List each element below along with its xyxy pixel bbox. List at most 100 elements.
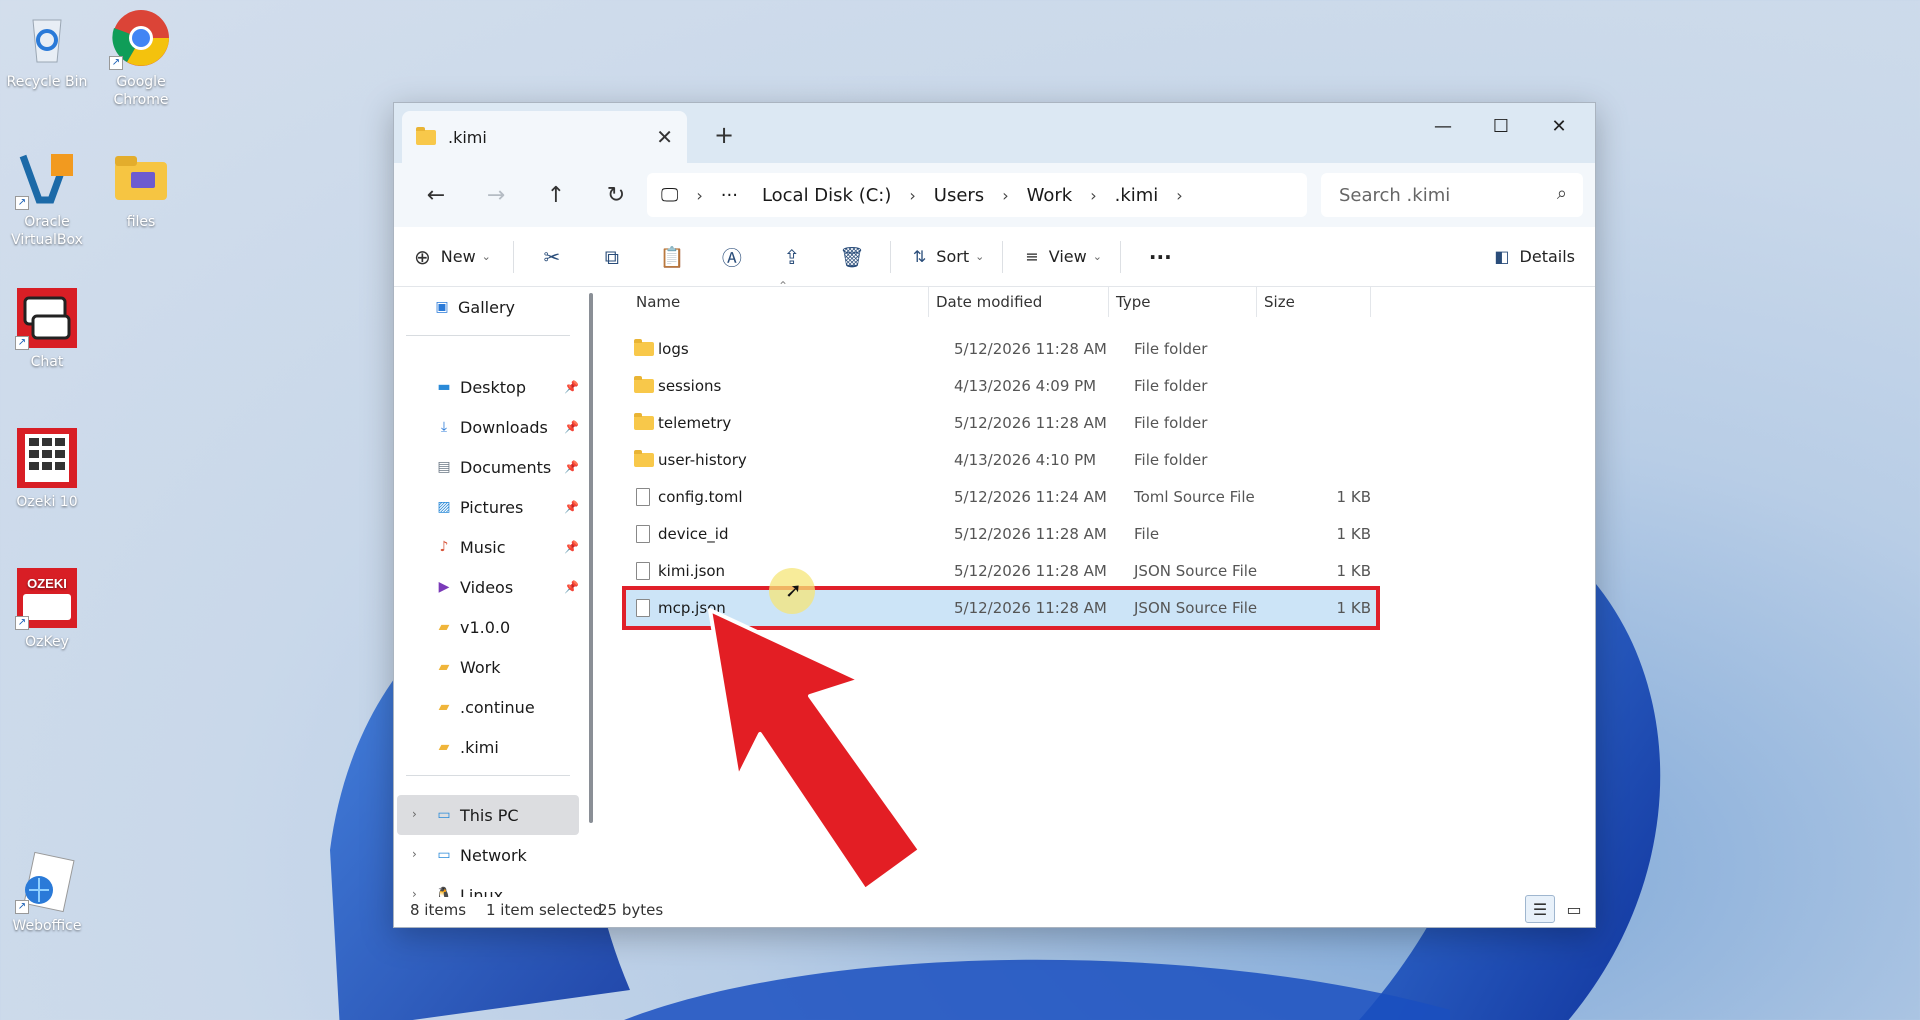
column-divider[interactable]: [1108, 287, 1109, 317]
desktop-icon-chat[interactable]: ↗ Chat: [0, 286, 94, 372]
sidebar-item-desktop[interactable]: ▬ Desktop 📌: [434, 369, 579, 405]
refresh-button[interactable]: ↻: [586, 175, 646, 215]
file-date: 5/12/2026 11:28 AM: [954, 340, 1107, 358]
share-icon[interactable]: ⇪: [762, 237, 822, 277]
videos-icon: ▶: [438, 579, 450, 595]
breadcrumb-kimi[interactable]: .kimi: [1115, 185, 1159, 206]
sidebar-item-pictures[interactable]: ▨ Pictures 📌: [434, 489, 579, 525]
column-divider[interactable]: [1256, 287, 1257, 317]
desktop-icon-recycle-bin[interactable]: Recycle Bin: [0, 6, 94, 92]
close-button[interactable]: ✕: [1530, 111, 1588, 141]
column-divider[interactable]: [928, 287, 929, 317]
more-options-button[interactable]: ···: [1149, 237, 1172, 277]
sidebar-item-this-pc[interactable]: ▭ This PC: [434, 797, 579, 833]
desktop-icon-ozkey[interactable]: OZEKI ↗ OzKey: [0, 566, 94, 652]
file-name: sessions: [658, 377, 722, 395]
sidebar-item-documents[interactable]: ▤ Documents 📌: [434, 449, 579, 485]
file-row[interactable]: telemetry 5/12/2026 11:28 AM File folder: [626, 405, 1376, 441]
folder-icon: [634, 339, 654, 356]
chevron-right-icon[interactable]: ›: [1176, 186, 1182, 205]
sidebar-item-downloads[interactable]: ⤓ Downloads 📌: [434, 409, 579, 445]
column-date[interactable]: Date modified: [936, 293, 1042, 311]
pin-icon[interactable]: 📌: [564, 380, 579, 394]
download-icon: ⤓: [440, 419, 448, 435]
breadcrumb-more[interactable]: ···: [721, 185, 738, 206]
file-row[interactable]: device_id 5/12/2026 11:28 AM File 1 KB: [626, 516, 1376, 552]
folder-icon: [634, 413, 654, 430]
chevron-right-icon[interactable]: ›: [909, 186, 915, 205]
sort-icon: ⇅: [912, 247, 927, 266]
chevron-right-icon[interactable]: ›: [1002, 186, 1008, 205]
sidebar-item-work[interactable]: ▰ Work: [434, 649, 579, 685]
maximize-button[interactable]: ☐: [1472, 111, 1530, 141]
sidebar-scrollbar[interactable]: [589, 293, 593, 823]
chevron-right-icon[interactable]: ›: [412, 807, 417, 821]
file-row[interactable]: kimi.json 5/12/2026 11:28 AM JSON Source…: [626, 553, 1376, 589]
breadcrumb[interactable]: 🖵 › ··· Local Disk (C:) › Users › Work ›…: [647, 173, 1307, 217]
details-label: Details: [1519, 247, 1575, 266]
computer-icon[interactable]: 🖵: [661, 185, 678, 206]
sort-button[interactable]: ⇅ Sort ⌄: [913, 237, 984, 277]
desktop-icon-weboffice[interactable]: ↗ Weboffice: [0, 850, 94, 936]
pin-icon[interactable]: 📌: [564, 580, 579, 594]
sidebar-item-v1-0-0[interactable]: ▰ v1.0.0: [434, 609, 579, 645]
desktop-icon-chrome[interactable]: ↗ Google Chrome: [94, 6, 188, 109]
rename-icon[interactable]: Ⓐ: [702, 237, 762, 277]
sidebar-item-videos[interactable]: ▶ Videos 📌: [434, 569, 579, 605]
cut-icon[interactable]: ✂: [522, 237, 582, 277]
delete-icon[interactable]: 🗑: [822, 237, 882, 277]
status-selection: 1 item selected: [486, 901, 603, 919]
toolbar-divider: [889, 240, 891, 273]
new-tab-button[interactable]: +: [714, 121, 734, 149]
column-type[interactable]: Type: [1116, 293, 1150, 311]
tiles-view-icon[interactable]: ▭: [1559, 895, 1589, 923]
file-date: 5/12/2026 11:28 AM: [954, 599, 1107, 617]
details-view-icon[interactable]: ☰: [1525, 895, 1555, 923]
breadcrumb-local-disk[interactable]: Local Disk (C:): [762, 185, 891, 206]
breadcrumb-users[interactable]: Users: [934, 185, 984, 206]
sidebar-item-music[interactable]: ♪ Music 📌: [434, 529, 579, 565]
tab-kimi[interactable]: .kimi ✕: [402, 111, 687, 163]
virtualbox-icon: ↗: [15, 146, 79, 210]
pin-icon[interactable]: 📌: [564, 420, 579, 434]
file-name: user-history: [658, 451, 747, 469]
pin-icon[interactable]: 📌: [564, 500, 579, 514]
pin-icon[interactable]: 📌: [564, 540, 579, 554]
view-button[interactable]: ≡ View ⌄: [1025, 237, 1102, 277]
up-button[interactable]: ↑: [526, 175, 586, 215]
breadcrumb-work[interactable]: Work: [1027, 185, 1073, 206]
pin-icon[interactable]: 📌: [564, 460, 579, 474]
details-button[interactable]: ◧ Details: [1494, 237, 1575, 277]
sidebar-item-kimi[interactable]: ▰ .kimi: [434, 729, 579, 765]
file-row[interactable]: sessions 4/13/2026 4:09 PM File folder: [626, 368, 1376, 404]
column-name[interactable]: Name: [636, 293, 680, 311]
column-size[interactable]: Size: [1264, 293, 1295, 311]
sidebar-item-network[interactable]: ▭ Network: [434, 837, 579, 873]
column-divider[interactable]: [1370, 287, 1371, 317]
new-button[interactable]: ⊕ New ⌄: [414, 237, 491, 277]
chevron-right-icon[interactable]: ›: [412, 847, 417, 861]
forward-button[interactable]: →: [466, 175, 526, 215]
file-row[interactable]: config.toml 5/12/2026 11:24 AM Toml Sour…: [626, 479, 1376, 515]
copy-icon[interactable]: ⧉: [582, 237, 642, 277]
music-icon: ♪: [439, 539, 449, 555]
chevron-right-icon[interactable]: ›: [1090, 186, 1096, 205]
paste-icon[interactable]: 📋: [642, 237, 702, 277]
desktop-icon-label: Chat: [30, 354, 64, 370]
desktop-icon-files[interactable]: files: [94, 146, 188, 232]
chevron-right-icon[interactable]: ›: [696, 186, 702, 205]
sort-label: Sort: [936, 247, 970, 266]
desktop-icon-virtualbox[interactable]: ↗ Oracle VirtualBox: [0, 146, 94, 249]
file-row[interactable]: logs 5/12/2026 11:28 AM File folder: [626, 331, 1376, 367]
file-size: 1 KB: [1336, 562, 1371, 580]
sidebar-item-continue[interactable]: ▰ .continue: [434, 689, 579, 725]
weboffice-icon: ↗: [15, 850, 79, 914]
back-button[interactable]: ←: [406, 175, 466, 215]
mouse-cursor-icon: ➚: [785, 578, 802, 602]
minimize-button[interactable]: —: [1414, 111, 1472, 141]
search-input[interactable]: Search .kimi ⌕: [1321, 173, 1583, 217]
desktop-icon-ozeki[interactable]: Ozeki 10: [0, 426, 94, 512]
file-row[interactable]: user-history 4/13/2026 4:10 PM File fold…: [626, 442, 1376, 478]
tab-close-icon[interactable]: ✕: [656, 125, 673, 149]
sidebar-item-gallery[interactable]: ▣ Gallery: [432, 289, 577, 325]
